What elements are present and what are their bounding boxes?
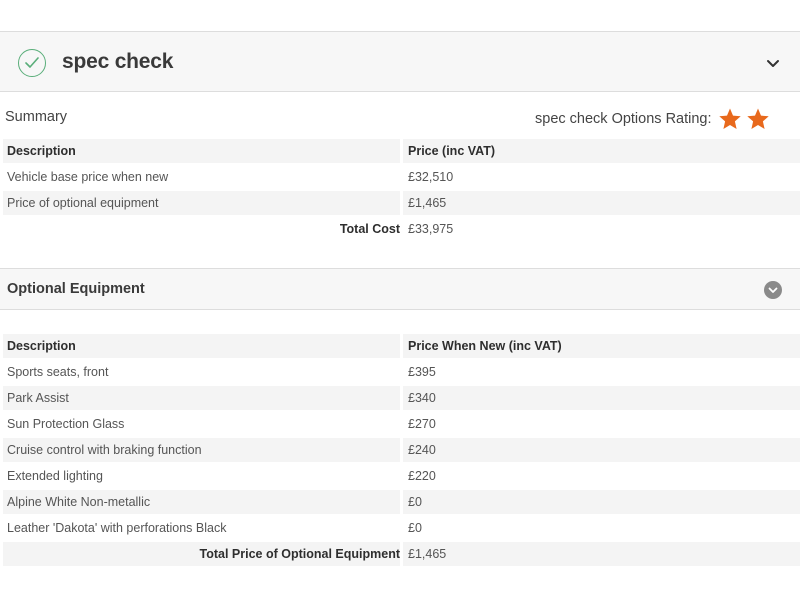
table-row: Sports seats, front £395 [3,360,800,384]
page: spec check Summary spec check Options Ra… [0,0,800,600]
row-description: Price of optional equipment [3,191,400,215]
table-row: Cruise control with braking function £24… [3,438,800,462]
summary-label: Summary [5,109,68,125]
options-rating-label: spec check Options Rating: [535,111,712,127]
total-row: Total Price of Optional Equipment £1,465 [3,542,800,566]
row-price: £0 [400,516,800,540]
row-description: Sun Protection Glass [7,417,125,431]
table-row: Park Assist £340 [3,386,800,410]
row-description: Vehicle base price when new [7,170,169,184]
total-optional-value: £1,465 [400,542,800,566]
row-price: £340 [400,386,800,410]
row-price: £395 [400,360,800,384]
table-row: Price of optional equipment £1,465 [3,191,800,215]
table-row: Alpine White Non-metallic £0 [3,490,800,514]
star-icon [719,108,741,129]
table-header-row: Description Price (inc VAT) [3,139,800,163]
row-price: £270 [400,412,800,436]
row-description: Extended lighting [7,469,103,483]
row-description: Cruise control with braking function [3,438,400,462]
optional-equipment-header[interactable]: Optional Equipment [0,268,800,310]
table-row: Leather 'Dakota' with perforations Black… [3,516,800,540]
total-cost-value: £33,975 [400,217,800,241]
table-header-row: Description Price When New (inc VAT) [3,334,800,358]
row-price: £240 [400,438,800,462]
table-row: Extended lighting £220 [3,464,800,488]
check-icon [18,49,46,77]
row-description: Sports seats, front [7,365,109,379]
spec-check-title: spec check [62,50,174,73]
row-price: £32,510 [400,165,800,189]
column-header-description: Description [3,139,400,163]
optional-equipment-table: Description Price When New (inc VAT) Spo… [3,332,800,568]
table-row: Vehicle base price when new £32,510 [3,165,800,189]
optional-equipment-title: Optional Equipment [7,281,145,297]
chevron-down-circle-icon[interactable] [764,281,782,299]
column-header-description: Description [3,334,400,358]
total-optional-label: Total Price of Optional Equipment [3,542,400,566]
row-description: Park Assist [3,386,400,410]
column-header-price: Price When New (inc VAT) [400,334,800,358]
options-rating-stars [718,107,770,131]
total-row: Total Cost £33,975 [3,217,800,241]
chevron-down-icon[interactable] [766,56,780,74]
star-icon [747,108,769,129]
total-cost-label: Total Cost [339,222,400,236]
column-header-price: Price (inc VAT) [400,139,800,163]
table-row: Sun Protection Glass £270 [3,412,800,436]
spec-check-header[interactable]: spec check [0,31,800,92]
row-description: Alpine White Non-metallic [3,490,400,514]
row-price: £0 [400,490,800,514]
summary-table: Description Price (inc VAT) Vehicle base… [3,137,800,243]
row-price: £1,465 [400,191,800,215]
row-description: Leather 'Dakota' with perforations Black [7,521,227,535]
row-price: £220 [400,464,800,488]
